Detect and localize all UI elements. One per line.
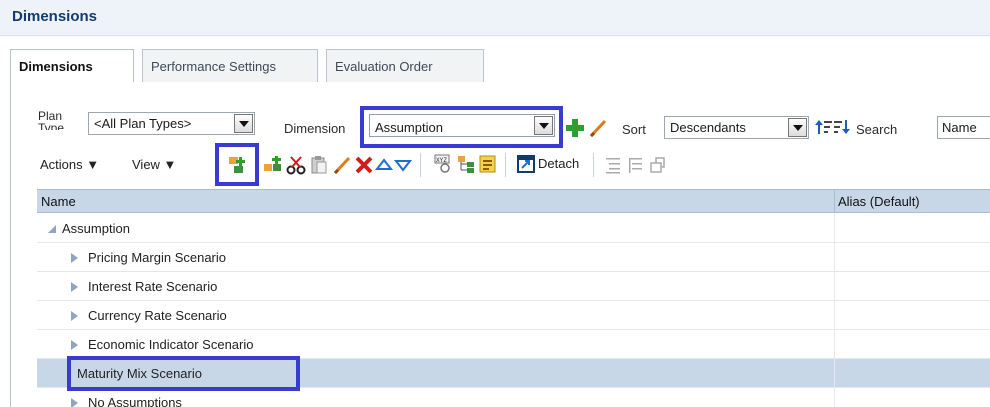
column-separator [834,330,835,359]
selected-member-highlight-box [67,356,300,391]
table-row[interactable]: Pricing Margin Scenario [37,243,990,272]
add-dimension-icon[interactable] [565,118,585,138]
row-name: Assumption [62,221,130,236]
plan-type-label-line2: Type [38,122,65,130]
page-title: Dimensions [12,8,98,25]
row-name: Currency Rate Scenario [88,308,227,323]
paste-icon[interactable] [309,155,329,175]
detach-icon[interactable] [516,154,536,174]
table-row[interactable]: Economic Indicator Scenario [37,330,990,359]
search-label: Search [856,122,898,137]
table-row[interactable]: Currency Rate Scenario [37,301,990,330]
row-name: No Assumptions [88,395,182,407]
grid-header: Name Alias (Default) [37,189,990,213]
delete-member-icon[interactable] [354,155,374,175]
expand-all-icon[interactable] [626,155,646,175]
refresh-hierarchy-icon[interactable] [648,155,668,175]
properties-icon[interactable] [478,154,498,174]
plan-type-value: <All Plan Types> [94,116,192,131]
column-header-alias[interactable]: Alias (Default) [838,194,920,209]
move-down-icon[interactable] [393,155,413,175]
cut-icon[interactable] [286,155,306,175]
column-separator [834,243,835,272]
table-row[interactable]: Interest Rate Scenario [37,272,990,301]
assign-access-icon[interactable]: XYZ [433,154,453,174]
table-row[interactable]: Assumption [37,214,990,243]
detach-button[interactable]: Detach [538,156,579,171]
plan-type-label-line1: Plan [38,109,63,123]
toolbar-separator [593,153,594,177]
sort-ascending-icon[interactable] [814,117,834,137]
chevron-down-icon[interactable] [234,114,253,133]
view-menu[interactable]: View ▼ [132,157,176,172]
add-sibling-member-icon[interactable] [263,155,283,175]
table-row[interactable]: No Assumptions [37,388,990,407]
column-separator [834,388,835,407]
plan-type-label: Plan Type [38,110,64,130]
title-bar: Dimensions [0,0,990,36]
sort-label: Sort [622,122,646,137]
edit-dimension-icon[interactable] [588,118,608,138]
column-separator [834,359,835,388]
collapsed-triangle-icon[interactable] [71,282,78,292]
column-separator [834,272,835,301]
sort-value: Descendants [670,120,746,135]
move-up-icon[interactable] [374,155,394,175]
collapsed-triangle-icon[interactable] [71,253,78,263]
collapsed-triangle-icon[interactable] [71,340,78,350]
chevron-down-icon[interactable] [788,118,807,137]
search-field-select[interactable]: Name [937,116,990,139]
sort-select[interactable]: Descendants [664,116,809,139]
tab-dimensions[interactable]: Dimensions [10,49,134,83]
dimension-highlight-box [360,106,563,148]
column-separator [834,190,835,213]
tab-evaluation-order[interactable]: Evaluation Order [326,49,484,82]
svg-text:XYZ: XYZ [436,157,447,164]
toolbar-separator [420,153,421,177]
expanded-triangle-icon[interactable] [48,225,56,233]
search-field-value: Name [942,120,977,135]
edit-member-icon[interactable] [332,155,352,175]
row-name: Pricing Margin Scenario [88,250,227,265]
sort-descending-icon[interactable] [832,117,852,137]
tab-performance-settings[interactable]: Performance Settings [142,49,318,82]
toolbar-separator [505,153,506,177]
column-separator [834,301,835,330]
collapsed-triangle-icon[interactable] [71,398,78,407]
plan-type-select[interactable]: <All Plan Types> [88,112,255,135]
add-child-member-icon[interactable] [227,155,247,175]
row-name: Economic Indicator Scenario [88,337,254,352]
collapsed-triangle-icon[interactable] [71,311,78,321]
hierarchy-icon[interactable] [456,154,476,174]
column-header-name[interactable]: Name [41,194,76,209]
column-separator [834,214,835,243]
actions-menu[interactable]: Actions ▼ [40,157,99,172]
row-name: Interest Rate Scenario [88,279,218,294]
collapse-all-icon[interactable] [604,155,624,175]
dimension-label: Dimension [284,121,346,136]
